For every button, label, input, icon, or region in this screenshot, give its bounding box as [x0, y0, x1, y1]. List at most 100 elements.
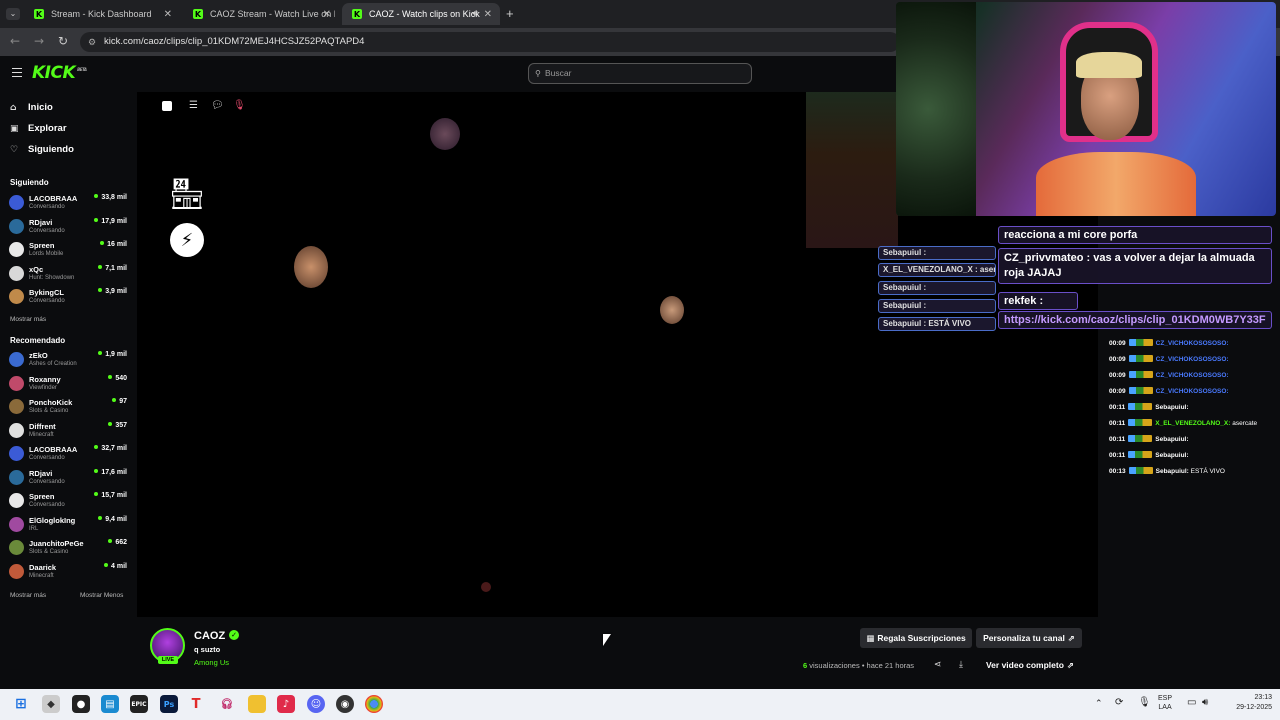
chat-username[interactable]: CZ_VICHOKOSOSOSO: [1156, 340, 1229, 347]
overlay-chat-message: reacciona a mi core porfa [998, 226, 1272, 244]
speaker-icon[interactable]: 🔊︎ [472, 9, 478, 19]
overlay-chat-link[interactable]: https://kick.com/caoz/clips/clip_01KDM0W… [998, 311, 1272, 329]
download-icon[interactable]: ⤓ [959, 660, 963, 670]
taskbar-app-icon[interactable]: T [187, 695, 205, 713]
viewer-count: 17,9 mil [94, 217, 127, 225]
chat-username[interactable]: X_EL_VENEZOLANO_X: [1155, 420, 1230, 427]
tray-overflow-icon[interactable]: ⌃ [1095, 698, 1103, 709]
browser-tab-3[interactable]: K CAOZ - Watch clips on Kick 🔊︎ ✕ [342, 3, 500, 25]
live-dot-icon [108, 539, 113, 543]
chat-message: 00:09 CZ_VICHOKOSOSOSO: [1109, 387, 1229, 395]
sidebar-channel[interactable]: zEkO Ashes of Creation 1,9 mil [9, 349, 133, 371]
tray-mic-icon[interactable]: 🎙︎ [1138, 697, 1151, 708]
site-info-icon[interactable]: ⚙ [88, 32, 96, 52]
chat-message: 00:11 Sebapuiul: [1109, 451, 1189, 459]
language-indicator[interactable]: ESP LAA [1158, 694, 1172, 712]
close-icon[interactable]: ✕ [164, 9, 172, 20]
taskbar-app-icon[interactable]: ▤ [101, 695, 119, 713]
search-input[interactable]: ⚲ Buscar [528, 63, 752, 84]
reload-icon[interactable]: ↻ [58, 34, 68, 48]
sidebar-channel[interactable]: ElGloglokIng IRL 9,4 mil [9, 514, 133, 536]
epic-games-icon[interactable]: EPIC [130, 695, 148, 713]
full-video-button[interactable]: Ver video completo ⇗ [980, 655, 1080, 675]
nav-explorar[interactable]: ▣ Explorar [10, 123, 67, 134]
taskbar-app-icon[interactable]: ◆ [42, 695, 60, 713]
chat-username[interactable]: Sebapuiul: [1156, 468, 1189, 475]
show-less-recommended[interactable]: Mostrar Menos [80, 592, 123, 599]
sidebar-channel[interactable]: Roxanny Viewfinder 540 [9, 373, 133, 395]
views-count: 6 [803, 661, 808, 670]
live-dot-icon [98, 288, 103, 292]
windows-start-icon[interactable]: ⊞ [12, 695, 30, 713]
viewer-count: 32,7 mil [94, 445, 127, 452]
chat-username[interactable]: CZ_VICHOKOSOSOSO: [1156, 388, 1229, 395]
sidebar-channel[interactable]: LACOBRAAA Conversando 33,8 mil [9, 192, 133, 214]
tray-sync-icon[interactable]: ⟳ [1115, 697, 1123, 708]
chrome-icon[interactable] [365, 695, 383, 713]
tiktok-icon[interactable]: ♪ [277, 695, 295, 713]
chat-icon[interactable]: 💬︎ [211, 100, 224, 111]
clock[interactable]: 23:13 29-12-2025 [1216, 693, 1276, 713]
streamer-shirt [1036, 152, 1196, 216]
tray-display-icon[interactable]: ▭ [1187, 697, 1196, 708]
sidebar-channel[interactable]: Spreen Lords Mobile 16 mil [9, 239, 133, 261]
sidebar-channel[interactable]: Diffrent Minecraft 357 [9, 420, 133, 442]
chat-username[interactable]: Sebapuiul: [1155, 404, 1188, 411]
volume-icon[interactable]: 🔊︎ [1202, 697, 1208, 708]
gift-subs-button[interactable]: ▦ Regala Suscripciones [860, 628, 972, 648]
channel-category: Slots & Casino [29, 408, 69, 414]
headset-app-icon[interactable]: 🎧︎ [218, 695, 236, 713]
channel-category: Ashes of Creation [29, 361, 77, 367]
show-more-following[interactable]: Mostrar más [10, 316, 46, 323]
share-icon[interactable]: ⋖ [934, 660, 942, 670]
channel-category: Viewfinder [29, 384, 57, 391]
nav-siguiendo[interactable]: ♡ Siguiendo [10, 144, 74, 155]
file-explorer-icon[interactable] [248, 695, 266, 713]
nav-label: Explorar [28, 123, 67, 134]
forward-icon[interactable]: → [34, 34, 44, 48]
chat-username[interactable]: Sebapuiul: [1155, 452, 1188, 459]
taskbar-app-icon[interactable]: ● [72, 695, 90, 713]
discord-icon[interactable]: ☺ [307, 695, 325, 713]
back-icon[interactable]: ← [10, 34, 20, 48]
nav-inicio[interactable]: ⌂ Inicio [10, 102, 53, 113]
taskbar-app-icon[interactable]: ◉ [336, 695, 354, 713]
customize-channel-button[interactable]: Personaliza tu canal ⇗ [976, 628, 1082, 648]
viewer-count: 540 [108, 374, 127, 382]
live-dot-icon [94, 217, 99, 222]
sidebar-channel[interactable]: BykingCL Conversando 3,9 mil [9, 286, 133, 308]
streamer-hair [1076, 52, 1142, 78]
new-tab-button[interactable]: + [506, 6, 514, 21]
store-icon: 🏪︎ [167, 176, 207, 212]
close-icon[interactable]: ✕ [323, 9, 331, 20]
sidebar-channel[interactable]: Daarick Minecraft 4 mil [9, 561, 133, 583]
kick-logo[interactable]: KICK BETA [32, 63, 87, 83]
channel-name[interactable]: CAOZ [194, 630, 225, 642]
category-link[interactable]: Among Us [194, 658, 229, 667]
close-icon[interactable]: ✕ [484, 9, 492, 20]
mic-icon[interactable]: 🎙︎ [233, 100, 246, 111]
chat-username[interactable]: CZ_VICHOKOSOSOSO: [1156, 372, 1229, 379]
sidebar-channel[interactable]: xQc Hunt: Showdown 7,1 mil [9, 263, 133, 285]
sidebar-channel[interactable]: RDjavi Conversando 17,9 mil [9, 216, 133, 238]
browser-tab-2[interactable]: K CAOZ Stream - Watch Live on K ✕ [183, 3, 339, 25]
list-icon[interactable]: ☰ [189, 100, 198, 111]
show-more-recommended[interactable]: Mostrar más [10, 592, 46, 599]
sidebar-channel[interactable]: JuanchitoPeGe Slots & Casino 662 [9, 537, 133, 559]
chat-username[interactable]: Sebapuiul: [1155, 436, 1188, 443]
video-figure [660, 296, 684, 324]
url-field[interactable]: ⚙ kick.com/caoz/clips/clip_01KDM72MEJ4HC… [80, 32, 900, 52]
sidebar-channel[interactable]: PonchoKick Slots & Casino 97 [9, 396, 133, 418]
gift-icon: ▦ [866, 634, 878, 644]
chat-username[interactable]: CZ_VICHOKOSOSOSO: [1156, 356, 1229, 363]
clip-title: q suzto [194, 645, 221, 654]
sidebar-channel[interactable]: RDjavi Conversando 17,6 mil [9, 467, 133, 489]
tab-list-dropdown[interactable]: ⌄ [6, 8, 20, 20]
channel-name: Diffrent [29, 421, 56, 431]
channel-avatar [9, 289, 24, 304]
sidebar-channel[interactable]: Spreen Conversando 15,7 mil [9, 490, 133, 512]
sidebar-channel[interactable]: LACOBRAAA Conversando 32,7 mil [9, 443, 133, 465]
hamburger-menu-icon[interactable] [12, 68, 22, 77]
browser-tab-1[interactable]: K Stream - Kick Dashboard ✕ [24, 3, 180, 25]
photoshop-icon[interactable]: Ps [160, 695, 178, 713]
